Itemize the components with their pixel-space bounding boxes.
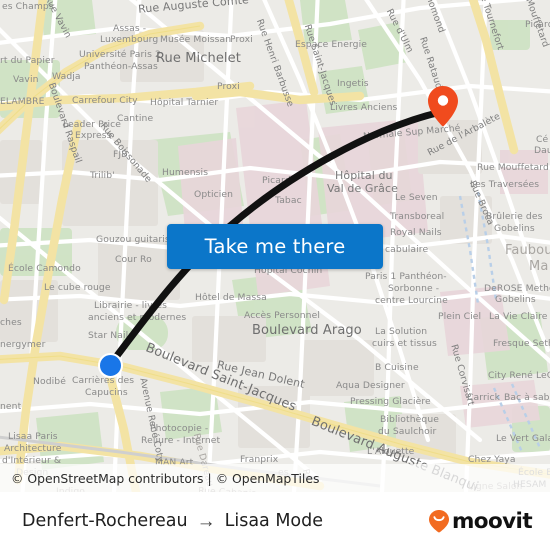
moovit-logo[interactable]: moovit <box>428 508 533 534</box>
arrow-right-icon: → <box>196 510 216 532</box>
take-me-there-label: Take me there <box>204 235 346 258</box>
moovit-wordmark: moovit <box>451 508 533 534</box>
footer-bar: Denfert-Rochereau → Lisaa Mode moovit <box>0 492 550 550</box>
journey-summary: Denfert-Rochereau → Lisaa Mode <box>22 511 428 531</box>
map-pin-icon <box>428 86 458 127</box>
map-attribution: © OpenStreetMap contributors | © OpenMap… <box>0 464 550 492</box>
moovit-map-page: es Champs Rue Vavin Rue Auguste Comte Assas… <box>0 0 550 550</box>
openmaptiles-attribution-link[interactable]: © OpenMapTiles <box>216 471 320 486</box>
osm-attribution-link[interactable]: © OpenStreetMap contributors <box>11 471 204 486</box>
map-canvas[interactable]: es Champs Rue Vavin Rue Auguste Comte Assas… <box>0 0 550 492</box>
journey-destination: Lisaa Mode <box>224 511 324 531</box>
destination-pin-marker[interactable] <box>427 85 459 127</box>
moovit-pin-smile-icon <box>428 510 449 533</box>
take-me-there-button[interactable]: Take me there <box>167 224 383 269</box>
origin-dot-marker[interactable] <box>98 353 123 378</box>
journey-origin: Denfert-Rochereau <box>22 511 188 531</box>
attribution-separator: | <box>207 470 212 486</box>
